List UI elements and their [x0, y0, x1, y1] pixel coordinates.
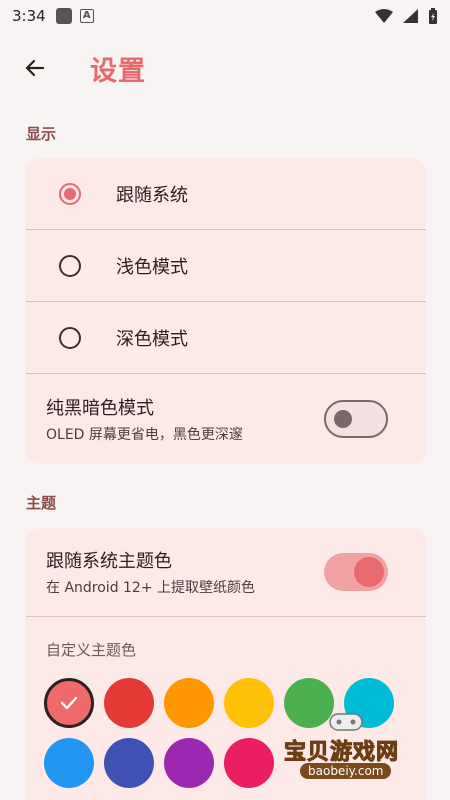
watermark-logo: 宝贝游戏网 baobeiy.com	[278, 708, 418, 788]
check-icon	[60, 696, 78, 710]
wifi-icon	[375, 9, 393, 23]
theme-option-light[interactable]: 浅色模式	[26, 230, 426, 302]
pure-black-toggle[interactable]	[324, 400, 388, 438]
color-swatch[interactable]	[104, 738, 154, 788]
gamepad-icon	[329, 713, 363, 731]
pure-black-title: 纯黑暗色模式	[46, 398, 154, 419]
theme-option-follow-system[interactable]: 跟随系统	[26, 158, 426, 230]
option-label: 跟随系统	[116, 184, 188, 206]
notification-icon	[55, 8, 72, 24]
pure-black-subtitle: OLED 屏幕更省电，黑色更深邃	[46, 427, 243, 443]
display-section-label: 显示	[26, 125, 57, 143]
back-button[interactable]	[0, 36, 70, 100]
color-swatch[interactable]	[44, 738, 94, 788]
follow-system-color-row[interactable]: 跟随系统主题色 在 Android 12+ 上提取壁纸颜色	[26, 528, 426, 616]
app-bar: 设置	[0, 36, 450, 100]
radio-unselected-icon	[59, 254, 81, 277]
option-label: 浅色模式	[116, 256, 188, 278]
pure-black-row[interactable]: 纯黑暗色模式 OLED 屏幕更省电，黑色更深邃	[26, 374, 426, 464]
color-swatch[interactable]	[44, 678, 94, 728]
color-swatch[interactable]	[104, 678, 154, 728]
radio-selected-icon	[59, 182, 81, 205]
color-swatch[interactable]	[224, 738, 274, 788]
a-notification-icon: A	[79, 9, 94, 23]
watermark-url: baobeiy.com	[300, 763, 392, 779]
follow-system-color-title: 跟随系统主题色	[46, 551, 172, 572]
signal-icon	[403, 9, 418, 23]
follow-system-color-subtitle: 在 Android 12+ 上提取壁纸颜色	[46, 580, 256, 596]
theme-section-label: 主题	[26, 494, 57, 512]
status-time: 3:34	[12, 7, 46, 25]
battery-icon	[429, 8, 437, 24]
theme-option-dark[interactable]: 深色模式	[26, 302, 426, 374]
color-swatch[interactable]	[164, 678, 214, 728]
color-swatch[interactable]	[224, 678, 274, 728]
custom-color-label: 自定义主题色	[46, 641, 137, 659]
watermark-text: 宝贝游戏网	[283, 740, 400, 766]
status-bar: 3:34 A	[0, 0, 450, 32]
option-label: 深色模式	[116, 328, 188, 350]
radio-unselected-icon	[59, 326, 81, 349]
page-title: 设置	[90, 55, 146, 87]
follow-system-color-toggle[interactable]	[324, 553, 388, 591]
color-swatch[interactable]	[164, 738, 214, 788]
back-arrow-icon	[25, 59, 45, 77]
display-card: 跟随系统 浅色模式 深色模式 纯黑暗色模式 OLED 屏幕更省电，黑色更深邃	[26, 158, 426, 464]
